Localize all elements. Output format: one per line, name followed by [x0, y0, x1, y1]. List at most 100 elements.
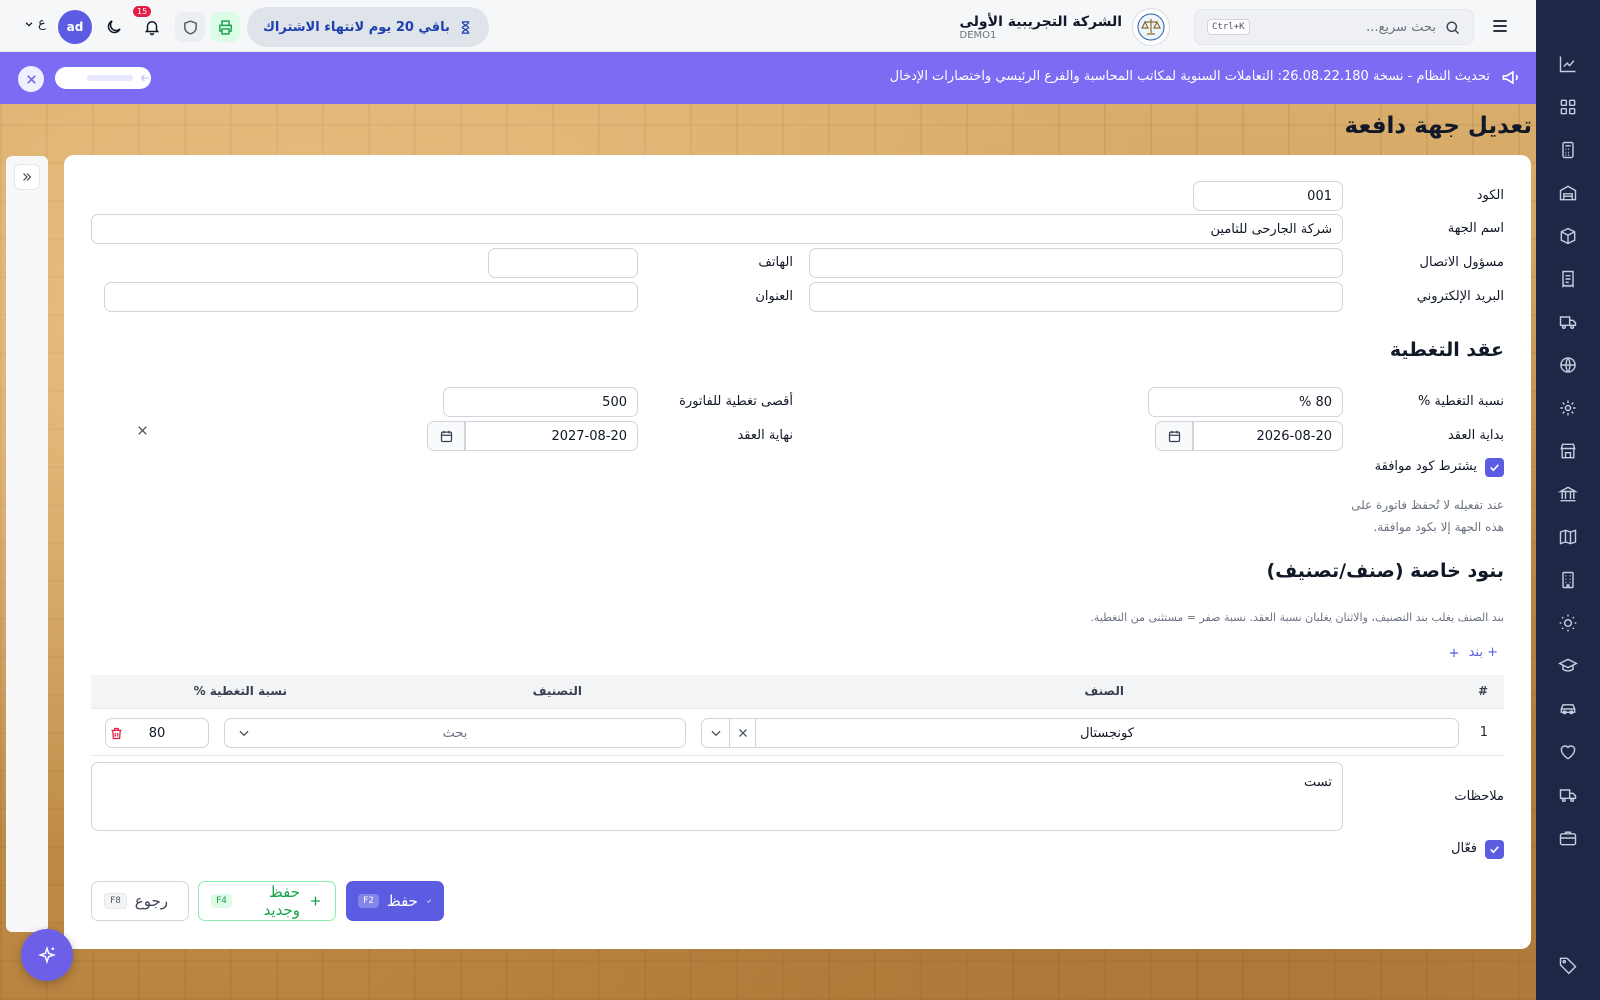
item-select[interactable]: كونجستال	[755, 718, 1459, 748]
rail-item-delivery[interactable]	[1548, 302, 1588, 342]
double-chevron-right-icon	[23, 173, 32, 181]
notes-label: ملاحظات	[1454, 789, 1504, 804]
save-new-button[interactable]: حفظ وجديد F4	[198, 881, 336, 921]
gear-icon	[1560, 400, 1576, 416]
rail-item-warehouse[interactable]	[1548, 173, 1588, 213]
item-dropdown-toggle[interactable]	[701, 718, 729, 748]
active-checkbox[interactable]	[1485, 840, 1504, 859]
table-row: 1 كونجستال بحث 80	[91, 710, 1504, 756]
announcement-bar: تحديث النظام - نسخة 26.08.22.180: التعام…	[0, 52, 1536, 104]
announcement-link[interactable]	[55, 67, 151, 89]
ai-assistant-button[interactable]	[21, 929, 73, 981]
end-date-picker[interactable]	[427, 421, 465, 451]
delete-row-button[interactable]	[107, 724, 125, 742]
user-avatar[interactable]: ad	[58, 10, 92, 44]
col-item: الصنف	[1084, 684, 1124, 698]
add-item-button[interactable]: + بند	[1447, 645, 1498, 660]
payer-form-card: الكود 001 اسم الجهة شركة الجارحى للتامين…	[64, 155, 1531, 949]
phone-field[interactable]	[488, 248, 638, 278]
company-switcher[interactable]: الشركة التجريبية الأولى DEMO1	[960, 8, 1170, 46]
notes-textarea[interactable]: تست	[91, 762, 1343, 831]
rail-item-map[interactable]	[1548, 517, 1588, 557]
company-name: الشركة التجريبية الأولى	[959, 13, 1122, 30]
approval-label: يشترط كود موافقة	[1374, 459, 1477, 474]
map-icon	[1559, 529, 1577, 545]
quick-search[interactable]: بحث سريع... Ctrl+K	[1194, 9, 1474, 45]
rail-item-health[interactable]	[1548, 732, 1588, 772]
print-button[interactable]	[210, 12, 240, 42]
heart-icon	[1560, 745, 1576, 760]
menu-button[interactable]	[1488, 14, 1512, 38]
end-date-label: نهاية العقد	[737, 428, 793, 443]
start-date-field[interactable]: 2026-08-20	[1193, 421, 1343, 451]
language-selector[interactable]: ع	[24, 16, 46, 31]
rail-item-invoices[interactable]	[1548, 259, 1588, 299]
notifications-button[interactable]: 15	[133, 6, 167, 42]
announcement-close[interactable]	[18, 66, 44, 92]
chevron-down-icon	[25, 21, 33, 27]
code-field[interactable]: 001	[1193, 181, 1343, 211]
contact-field[interactable]	[809, 248, 1343, 278]
announcement-link-text	[87, 75, 133, 81]
back-label: رجوع	[134, 892, 168, 910]
subscription-badge[interactable]: باقي 20 يوم لانتهاء الاشتراك	[247, 7, 489, 47]
rail-item-building[interactable]	[1548, 560, 1588, 600]
sun-icon	[1559, 614, 1577, 632]
check-icon	[426, 899, 431, 903]
rail-item-analytics[interactable]	[1548, 44, 1588, 84]
special-items-title: بنود خاصة (صنف/تصنيف)	[1266, 560, 1504, 582]
rail-item-web[interactable]	[1548, 345, 1588, 385]
close-icon	[26, 74, 36, 84]
contact-label: مسؤول الاتصال	[1419, 255, 1504, 270]
name-label: اسم الجهة	[1447, 221, 1504, 236]
approval-help-line-1: عند تفعيله لا تُحفظ فاتورة على	[1351, 498, 1504, 512]
bank-icon	[1558, 486, 1578, 502]
email-field[interactable]	[809, 282, 1343, 312]
clear-item-button[interactable]	[729, 718, 755, 748]
clear-end-date-button[interactable]	[132, 420, 152, 440]
save-shortcut: F2	[358, 894, 379, 908]
theme-toggle[interactable]	[99, 12, 129, 42]
notifications-badge: 15	[133, 6, 152, 17]
truck-icon	[1559, 316, 1577, 330]
approval-checkbox[interactable]	[1485, 458, 1504, 477]
security-button[interactable]	[175, 12, 205, 42]
save-button[interactable]: حفظ F2	[346, 881, 444, 921]
active-label: فعّال	[1451, 841, 1477, 856]
moon-icon	[107, 20, 121, 34]
rail-item-cars[interactable]	[1548, 689, 1588, 729]
approval-help-line-2: هذه الجهة إلا بكود موافقة.	[1373, 520, 1504, 534]
store-icon	[1560, 443, 1576, 459]
rail-item-store[interactable]	[1548, 431, 1588, 471]
rail-item-tags[interactable]	[1548, 945, 1588, 985]
rail-item-settings[interactable]	[1548, 388, 1588, 428]
receipt-icon	[1562, 270, 1574, 288]
end-date-field[interactable]: 2027-08-20	[465, 421, 638, 451]
company-logo	[1132, 8, 1170, 46]
address-field[interactable]	[104, 282, 638, 312]
search-placeholder: بحث سريع...	[1366, 19, 1436, 35]
search-shortcut: Ctrl+K	[1207, 19, 1250, 35]
coverage-field[interactable]: 80 %	[1148, 387, 1343, 417]
check-icon	[1490, 464, 1499, 472]
rail-item-bank[interactable]	[1548, 474, 1588, 514]
subscription-text: باقي 20 يوم لانتهاء الاشتراك	[263, 19, 450, 35]
calendar-icon	[440, 430, 452, 442]
rail-item-products[interactable]	[1548, 216, 1588, 256]
rail-item-calculator[interactable]	[1548, 130, 1588, 170]
row-index: 1	[1479, 725, 1488, 740]
rail-item-light[interactable]	[1548, 603, 1588, 643]
name-field[interactable]: شركة الجارحى للتامين	[91, 214, 1343, 244]
back-button[interactable]: رجوع F8	[91, 881, 189, 921]
rail-item-education[interactable]	[1548, 646, 1588, 686]
max-coverage-field[interactable]: 500	[443, 387, 638, 417]
grid-icon	[1560, 99, 1576, 115]
col-coverage: نسبة التغطية %	[193, 684, 287, 698]
globe-icon	[1560, 357, 1576, 373]
category-select[interactable]: بحث	[224, 718, 686, 748]
rail-item-briefcase[interactable]	[1548, 818, 1588, 858]
rail-item-shipping[interactable]	[1548, 775, 1588, 815]
start-date-picker[interactable]	[1155, 421, 1193, 451]
expand-panel-button[interactable]	[14, 164, 40, 190]
rail-item-dashboard[interactable]	[1548, 87, 1588, 127]
